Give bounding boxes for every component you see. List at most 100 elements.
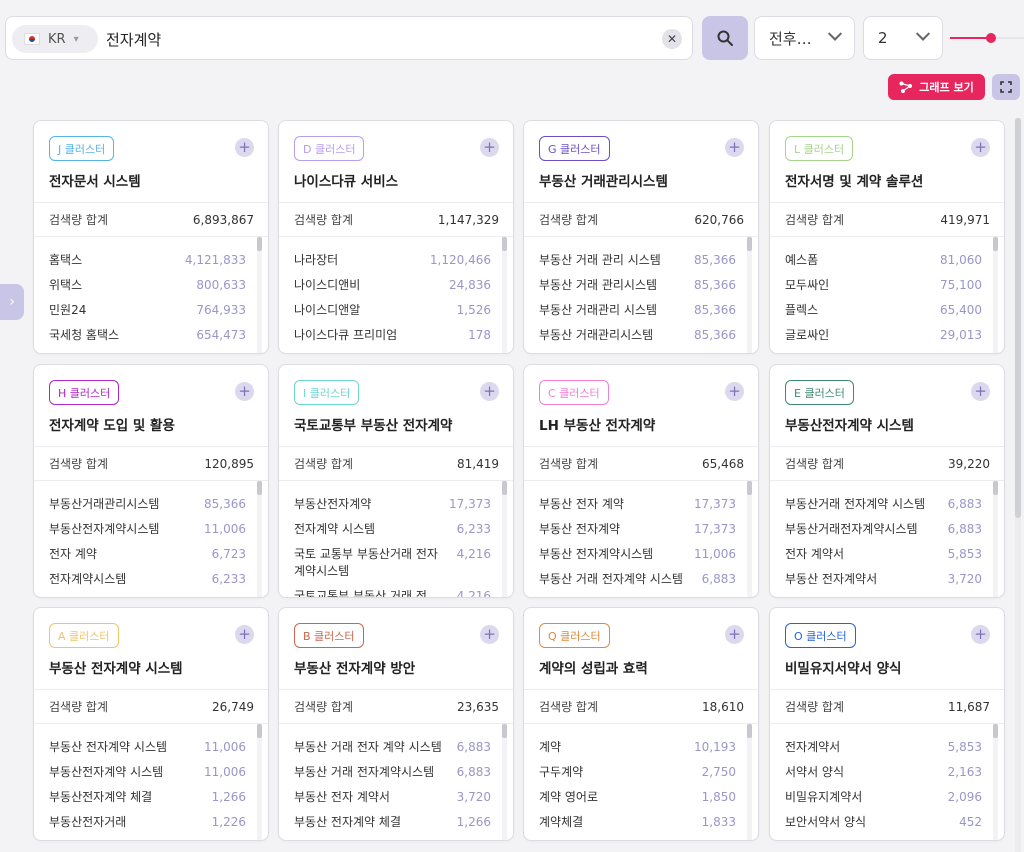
keyword-row[interactable]: 부동산거래전자계약시스템 6,883 [785,521,982,538]
keyword-list[interactable]: 부동산 전자 계약 17,373 부동산 전자계약 17,373 부동산 전자계… [524,481,758,597]
keyword-row[interactable]: 부동산 전자계약 17,373 [539,521,736,538]
list-scrollbar-thumb[interactable] [257,481,262,495]
list-scrollbar-thumb[interactable] [502,724,507,738]
list-scrollbar-thumb[interactable] [747,724,752,738]
keyword-row[interactable]: 전자계약서 5,853 [785,739,982,756]
country-selector[interactable]: KR ▾ [12,25,98,53]
cluster-card[interactable]: L 클러스터 + 전자서명 및 계약 솔루션 검색량 합계 419,971 예스… [769,120,1005,354]
cluster-card[interactable]: I 클러스터 + 국토교통부 부동산 전자계약 검색량 합계 81,419 부동… [278,364,514,598]
keyword-row[interactable]: 글로싸인 29,013 [785,327,982,344]
keyword-row[interactable]: 국토 교통부 부동산거래 전자계약시스템 4,216 [294,546,491,580]
keyword-row[interactable]: 부동산 전자계약서 3,720 [785,571,982,588]
keyword-list[interactable]: 부동산거래 전자계약 시스템 6,883 부동산거래전자계약시스템 6,883 … [770,481,1004,597]
depth-slider-thumb[interactable] [985,33,996,43]
keyword-row[interactable]: 계약 영어로 1,850 [539,789,736,806]
add-icon[interactable]: + [480,138,499,157]
cluster-card[interactable]: C 클러스터 + LH 부동산 전자계약 검색량 합계 65,468 부동산 전… [523,364,759,598]
search-button[interactable] [702,16,748,60]
keyword-row[interactable]: 계약 10,193 [539,739,736,756]
keyword-row[interactable]: 서약서 양식 2,163 [785,764,982,781]
keyword-row[interactable]: 나이스다큐 프리미엄 178 [294,327,491,344]
add-icon[interactable]: + [235,382,254,401]
keyword-row[interactable]: 전자계약시스템 6,233 [49,571,246,588]
list-scrollbar-track[interactable] [257,481,262,597]
keyword-row[interactable]: 부동산전자거래 1,226 [49,814,246,831]
keyword-row[interactable]: 부동산 전자계약 시스템 11,006 [49,739,246,756]
cluster-card[interactable]: B 클러스터 + 부동산 전자계약 방안 검색량 합계 23,635 부동산 거… [278,607,514,841]
cluster-card[interactable]: D 클러스터 + 나이스다큐 서비스 검색량 합계 1,147,329 나라장터… [278,120,514,354]
list-scrollbar-track[interactable] [993,481,998,597]
keyword-row[interactable]: 부동산 전자계약 체결 1,266 [294,814,491,831]
add-icon[interactable]: + [235,625,254,644]
add-icon[interactable]: + [971,138,990,157]
list-scrollbar-track[interactable] [502,724,507,840]
keyword-row[interactable]: 민원24 764,933 [49,302,246,319]
keyword-row[interactable]: 예스폼 81,060 [785,252,982,269]
add-icon[interactable]: + [725,382,744,401]
list-scrollbar-thumb[interactable] [993,237,998,251]
keyword-row[interactable]: 부동산 거래 관리 시스템 85,366 [539,252,736,269]
cluster-card[interactable]: Q 클러스터 + 계약의 성립과 효력 검색량 합계 18,610 계약 10,… [523,607,759,841]
keyword-row[interactable]: 전자 계약서 5,853 [785,546,982,563]
period-select[interactable]: 전후… [754,16,855,60]
keyword-row[interactable]: 부동산전자계약 체결 1,266 [49,789,246,806]
keyword-row[interactable]: 위택스 800,633 [49,277,246,294]
keyword-list[interactable]: 부동산 전자계약 시스템 11,006 부동산전자계약 시스템 11,006 부… [34,724,268,840]
keyword-row[interactable]: 부동산 거래 전자계약시스템 6,883 [294,764,491,781]
keyword-row[interactable]: 전자계약 시스템 6,233 [294,521,491,538]
add-icon[interactable]: + [725,625,744,644]
search-box[interactable]: KR ▾ 전자계약 ✕ [5,16,693,60]
keyword-row[interactable]: 부동산거래 전자계약 시스템 6,883 [785,496,982,513]
cluster-card[interactable]: G 클러스터 + 부동산 거래관리시스템 검색량 합계 620,766 부동산 … [523,120,759,354]
keyword-row[interactable]: 국토교통부 부동산 거래 전 4,216 [294,588,491,597]
list-scrollbar-thumb[interactable] [747,481,752,495]
add-icon[interactable]: + [971,382,990,401]
clear-search-button[interactable]: ✕ [662,29,682,49]
keyword-list[interactable]: 계약 10,193 구두계약 2,750 계약 영어로 1,850 계약체결 1… [524,724,758,840]
keyword-row[interactable]: 비밀유지계약서 2,096 [785,789,982,806]
list-scrollbar-thumb[interactable] [747,237,752,251]
cluster-card[interactable]: O 클러스터 + 비밀유지서약서 양식 검색량 합계 11,687 전자계약서 … [769,607,1005,841]
list-scrollbar-track[interactable] [747,481,752,597]
keyword-row[interactable]: 보안서약서 양식 452 [785,814,982,831]
keyword-row[interactable]: 부동산 전자 계약서 3,720 [294,789,491,806]
keyword-row[interactable]: 나이스디앤알 1,526 [294,302,491,319]
page-scrollbar-thumb[interactable] [1015,118,1021,518]
keyword-row[interactable]: 구두계약 2,750 [539,764,736,781]
list-scrollbar-thumb[interactable] [257,237,262,251]
cluster-card[interactable]: E 클러스터 + 부동산전자계약 시스템 검색량 합계 39,220 부동산거래… [769,364,1005,598]
keyword-row[interactable]: 부동산 거래 전자 계약 시스템 6,883 [294,739,491,756]
graph-view-button[interactable]: 그래프 보기 [888,74,985,100]
keyword-row[interactable]: 모두싸인 75,100 [785,277,982,294]
list-scrollbar-thumb[interactable] [993,724,998,738]
list-scrollbar-track[interactable] [502,237,507,353]
list-scrollbar-track[interactable] [747,237,752,353]
add-icon[interactable]: + [480,625,499,644]
keyword-row[interactable]: 홈택스 4,121,833 [49,252,246,269]
list-scrollbar-thumb[interactable] [257,724,262,738]
list-scrollbar-thumb[interactable] [502,481,507,495]
cluster-card[interactable]: H 클러스터 + 전자계약 도입 및 활용 검색량 합계 120,895 부동산… [33,364,269,598]
keyword-row[interactable]: 부동산 거래관리시스템 85,366 [539,327,736,344]
cluster-card[interactable]: A 클러스터 + 부동산 전자계약 시스템 검색량 합계 26,749 부동산 … [33,607,269,841]
keyword-row[interactable]: 나이스디앤비 24,836 [294,277,491,294]
list-scrollbar-track[interactable] [993,724,998,840]
list-scrollbar-track[interactable] [257,237,262,353]
list-scrollbar-track[interactable] [502,481,507,597]
keyword-row[interactable]: 부동산거래관리시스템 85,366 [49,496,246,513]
keyword-row[interactable]: 나라장터 1,120,466 [294,252,491,269]
fullscreen-button[interactable] [992,74,1020,100]
keyword-row[interactable]: 부동산 거래 관리시스템 85,366 [539,277,736,294]
add-icon[interactable]: + [480,382,499,401]
list-scrollbar-track[interactable] [993,237,998,353]
list-scrollbar-track[interactable] [747,724,752,840]
add-icon[interactable]: + [235,138,254,157]
keyword-row[interactable]: 부동산 전자계약시스템 11,006 [539,546,736,563]
add-icon[interactable]: + [725,138,744,157]
list-scrollbar-track[interactable] [257,724,262,840]
keyword-row[interactable]: 전자 계약 6,723 [49,546,246,563]
sidebar-expand-button[interactable]: › [0,284,24,320]
keyword-row[interactable]: 국세청 홈택스 654,473 [49,327,246,344]
keyword-row[interactable]: 부동산전자계약 17,373 [294,496,491,513]
keyword-row[interactable]: 부동산 거래관리 시스템 85,366 [539,302,736,319]
